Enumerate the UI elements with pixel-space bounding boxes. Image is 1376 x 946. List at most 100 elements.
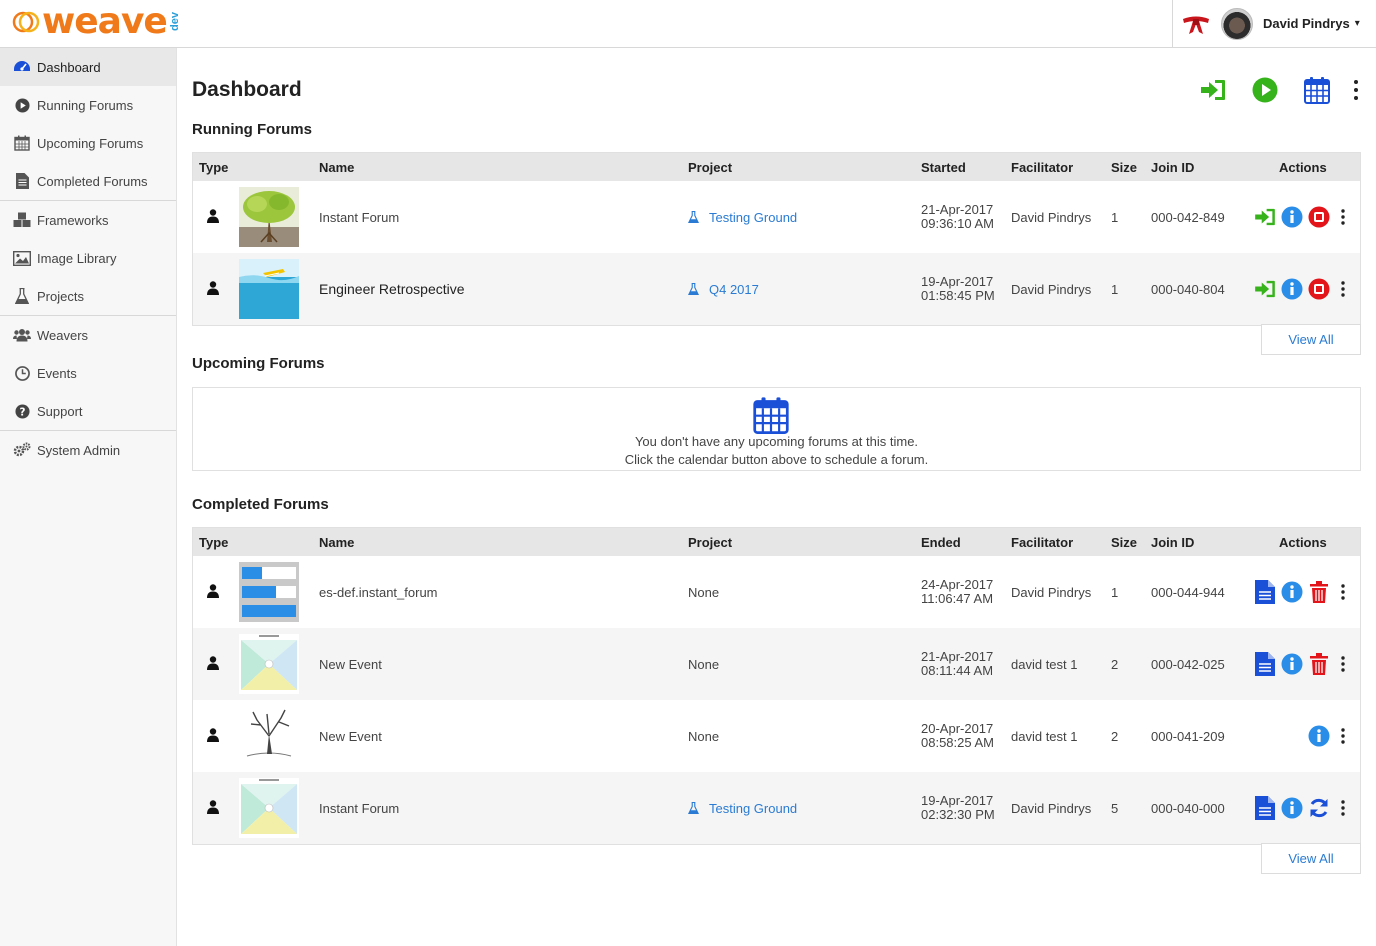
upcoming-empty-state: You don't have any upcoming forums at th… — [192, 387, 1361, 471]
sidebar-item-system-admin[interactable]: System Admin — [0, 431, 176, 469]
table-row[interactable]: Engineer Retrospective Q4 2017 19-Apr-20… — [193, 253, 1360, 325]
table-row[interactable]: New Event None 21-Apr-2017 08:11:44 AM d… — [193, 628, 1360, 700]
view-all-completed-button[interactable]: View All — [1261, 843, 1361, 874]
person-icon — [207, 208, 219, 226]
time: 09:36:10 AM — [921, 216, 994, 231]
forum-thumbnail — [239, 187, 299, 247]
col-join-id[interactable]: Join ID — [1151, 160, 1194, 175]
sidebar-item-completed-forums[interactable]: Completed Forums — [0, 162, 176, 200]
sidebar-item-label: Image Library — [37, 250, 117, 266]
forum-thumbnail — [239, 562, 299, 622]
col-ended[interactable]: Ended — [921, 535, 961, 550]
chevron-down-icon[interactable]: ▾ — [1355, 18, 1360, 29]
user-menu[interactable]: David Pindrys ▾ — [1172, 0, 1376, 47]
time: 02:32:30 PM — [921, 807, 995, 822]
table-row[interactable]: Instant Forum Testing Ground 21-Apr-2017… — [193, 181, 1360, 253]
size: 2 — [1111, 656, 1119, 672]
start-forum-icon[interactable] — [1251, 76, 1279, 104]
col-started[interactable]: Started — [921, 160, 966, 175]
more-options-icon[interactable] — [1336, 725, 1350, 747]
running-forums-table: Type Name Project Started Facilitator Si… — [192, 152, 1361, 326]
join-forum-icon[interactable] — [1199, 76, 1227, 104]
table-header: Type Name Project Started Facilitator Si… — [193, 153, 1360, 181]
info-icon[interactable] — [1281, 653, 1303, 675]
sidebar-item-label: Completed Forums — [37, 173, 148, 189]
logo-rings-icon — [12, 11, 40, 33]
view-all-running-button[interactable]: View All — [1261, 324, 1361, 355]
col-project[interactable]: Project — [688, 160, 732, 175]
size: 1 — [1111, 209, 1119, 225]
forum-name[interactable]: Instant Forum — [319, 801, 399, 816]
trash-icon[interactable] — [1308, 653, 1330, 675]
sidebar-item-support[interactable]: ? Support — [0, 392, 176, 430]
more-options-icon[interactable] — [1336, 206, 1350, 228]
info-icon[interactable] — [1281, 278, 1303, 300]
col-name[interactable]: Name — [319, 535, 354, 550]
sidebar-item-label: Events — [37, 365, 77, 381]
completed-forums-title: Completed Forums — [192, 496, 329, 513]
more-options-icon[interactable] — [1336, 278, 1350, 300]
col-join-id[interactable]: Join ID — [1151, 535, 1194, 550]
facilitator: David Pindrys — [1011, 584, 1092, 600]
ended-datetime: 20-Apr-2017 08:58:25 AM — [921, 722, 994, 750]
forum-name[interactable]: Engineer Retrospective — [319, 281, 465, 297]
sidebar-item-frameworks[interactable]: Frameworks — [0, 201, 176, 239]
forum-name[interactable]: Instant Forum — [319, 210, 399, 225]
ended-datetime: 19-Apr-2017 02:32:30 PM — [921, 794, 995, 822]
page-title: Dashboard — [192, 78, 302, 101]
project-link[interactable]: Testing Ground — [688, 210, 797, 225]
report-document-icon[interactable] — [1254, 796, 1276, 820]
more-options-icon[interactable] — [1336, 653, 1350, 675]
sidebar-item-running-forums[interactable]: Running Forums — [0, 86, 176, 124]
report-document-icon[interactable] — [1254, 652, 1276, 676]
info-icon[interactable] — [1281, 581, 1303, 603]
started-datetime: 21-Apr-2017 09:36:10 AM — [921, 203, 994, 231]
col-size[interactable]: Size — [1111, 160, 1137, 175]
table-row[interactable]: es-def.instant_forum None 24-Apr-2017 11… — [193, 556, 1360, 628]
more-options-icon[interactable] — [1336, 581, 1350, 603]
info-icon[interactable] — [1281, 206, 1303, 228]
sidebar-item-upcoming-forums[interactable]: Upcoming Forums — [0, 124, 176, 162]
sidebar-item-label: Support — [37, 403, 83, 419]
table-row[interactable]: Instant Forum Testing Ground 19-Apr-2017… — [193, 772, 1360, 844]
project-link[interactable]: Testing Ground — [688, 801, 797, 816]
row-actions — [1303, 725, 1350, 747]
more-options-icon[interactable] — [1351, 76, 1361, 104]
avatar[interactable] — [1221, 7, 1253, 40]
sidebar-item-events[interactable]: Events — [0, 354, 176, 392]
project-link[interactable]: Q4 2017 — [688, 282, 759, 297]
table-header: Type Name Project Ended Facilitator Size… — [193, 528, 1360, 556]
schedule-calendar-icon[interactable] — [1303, 76, 1331, 104]
stop-forum-icon[interactable] — [1308, 278, 1330, 300]
col-facilitator[interactable]: Facilitator — [1011, 535, 1073, 550]
weave-logo[interactable]: weave dev — [12, 4, 181, 40]
sidebar-item-projects[interactable]: Projects — [0, 277, 176, 315]
more-options-icon[interactable] — [1336, 797, 1350, 819]
project-label: Testing Ground — [709, 800, 798, 816]
sidebar-item-image-library[interactable]: Image Library — [0, 239, 176, 277]
forum-name[interactable]: es-def.instant_forum — [319, 585, 438, 600]
time: 01:58:45 PM — [921, 288, 995, 303]
user-name[interactable]: David Pindrys — [1263, 16, 1350, 31]
trash-icon[interactable] — [1308, 581, 1330, 603]
info-icon[interactable] — [1308, 725, 1330, 747]
row-actions — [1249, 206, 1350, 228]
col-facilitator[interactable]: Facilitator — [1011, 160, 1073, 175]
stop-forum-icon[interactable] — [1308, 206, 1330, 228]
join-id: 000-041-209 — [1151, 728, 1225, 744]
sidebar-item-label: Projects — [37, 288, 84, 304]
col-name[interactable]: Name — [319, 160, 354, 175]
table-row[interactable]: New Event None 20-Apr-2017 08:58:25 AM d… — [193, 700, 1360, 772]
join-forum-icon[interactable] — [1254, 206, 1276, 228]
svg-text:?: ? — [19, 406, 25, 418]
forum-name[interactable]: New Event — [319, 657, 382, 672]
info-icon[interactable] — [1281, 797, 1303, 819]
report-document-icon[interactable] — [1254, 580, 1276, 604]
col-size[interactable]: Size — [1111, 535, 1137, 550]
join-forum-icon[interactable] — [1254, 278, 1276, 300]
forum-name[interactable]: New Event — [319, 729, 382, 744]
sidebar-item-weavers[interactable]: Weavers — [0, 316, 176, 354]
restart-refresh-icon[interactable] — [1308, 797, 1330, 819]
sidebar-item-dashboard[interactable]: Dashboard — [0, 48, 176, 86]
col-project[interactable]: Project — [688, 535, 732, 550]
